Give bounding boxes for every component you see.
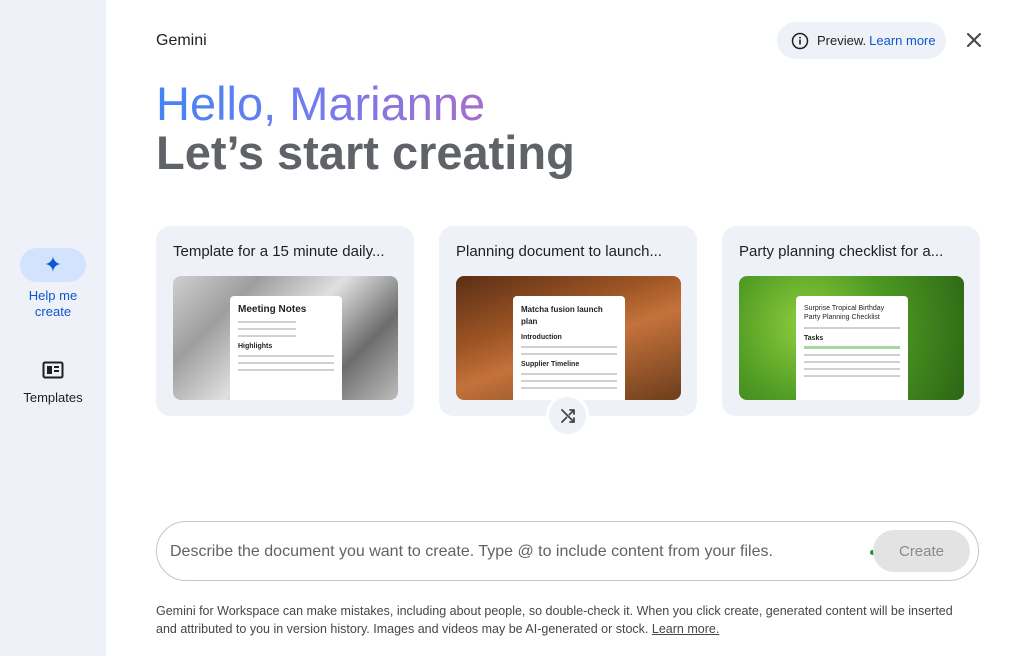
doc-preview-section: Tasks xyxy=(804,335,824,342)
side-rail: ✦ Help me create Templates xyxy=(0,0,106,656)
learn-more-link[interactable]: Learn more xyxy=(869,33,935,48)
greeting-subtitle: Let’s start creating xyxy=(156,126,575,179)
shuffle-button[interactable] xyxy=(546,394,589,437)
card-preview-image: Meeting Notes Highlights xyxy=(173,276,398,400)
doc-preview: Surprise Tropical Birthday Party Plannin… xyxy=(796,296,908,400)
doc-preview-title: Matcha fusion launch plan xyxy=(521,305,603,326)
sparkle-icon: ✦ xyxy=(20,248,86,282)
suggestion-card[interactable]: Template for a 15 minute daily... Meetin… xyxy=(156,226,414,416)
close-button[interactable] xyxy=(962,28,986,52)
preview-label: Preview. xyxy=(817,33,867,48)
main-panel: Gemini Preview. Learn more Hello, Marian… xyxy=(106,0,1024,656)
create-button[interactable]: Create xyxy=(873,530,970,572)
close-icon xyxy=(967,33,981,47)
card-title: Planning document to launch... xyxy=(456,243,662,260)
prompt-input[interactable] xyxy=(170,541,850,563)
doc-preview-title: Meeting Notes xyxy=(238,304,307,315)
card-title: Template for a 15 minute daily... xyxy=(173,243,385,260)
suggestion-card[interactable]: Planning document to launch... Matcha fu… xyxy=(439,226,697,416)
templates-icon xyxy=(41,358,65,382)
doc-preview-section: Highlights xyxy=(238,343,273,350)
prompt-box: Create xyxy=(156,521,979,581)
disclaimer: Gemini for Workspace can make mistakes, … xyxy=(156,602,976,638)
greeting-title: Hello, Marianne xyxy=(156,77,486,130)
app-name: Gemini xyxy=(156,32,207,49)
card-preview-image: Matcha fusion launch plan Introduction S… xyxy=(456,276,681,400)
sidebar-item-label: Templates xyxy=(23,390,83,405)
doc-preview-section: Supplier Timeline xyxy=(521,361,580,368)
doc-preview-section: Introduction xyxy=(521,334,562,341)
doc-preview-title: Surprise Tropical Birthday Party Plannin… xyxy=(804,305,885,321)
card-preview-image: Surprise Tropical Birthday Party Plannin… xyxy=(739,276,964,400)
info-icon xyxy=(791,32,809,50)
doc-preview: Meeting Notes Highlights xyxy=(230,296,342,400)
sidebar-item-label: Help me create xyxy=(28,288,78,319)
sidebar-item-templates[interactable]: Templates xyxy=(0,358,106,405)
disclaimer-text: Gemini for Workspace can make mistakes, … xyxy=(156,604,953,636)
preview-chip: Preview. Learn more xyxy=(777,22,946,59)
sidebar-item-help-me-create[interactable]: ✦ Help me create xyxy=(0,248,106,320)
shuffle-icon xyxy=(560,408,575,423)
card-title: Party planning checklist for a... xyxy=(739,243,944,260)
disclaimer-learn-more-link[interactable]: Learn more. xyxy=(652,622,719,636)
suggestion-card[interactable]: Party planning checklist for a... Surpri… xyxy=(722,226,980,416)
doc-preview: Matcha fusion launch plan Introduction S… xyxy=(513,296,625,400)
